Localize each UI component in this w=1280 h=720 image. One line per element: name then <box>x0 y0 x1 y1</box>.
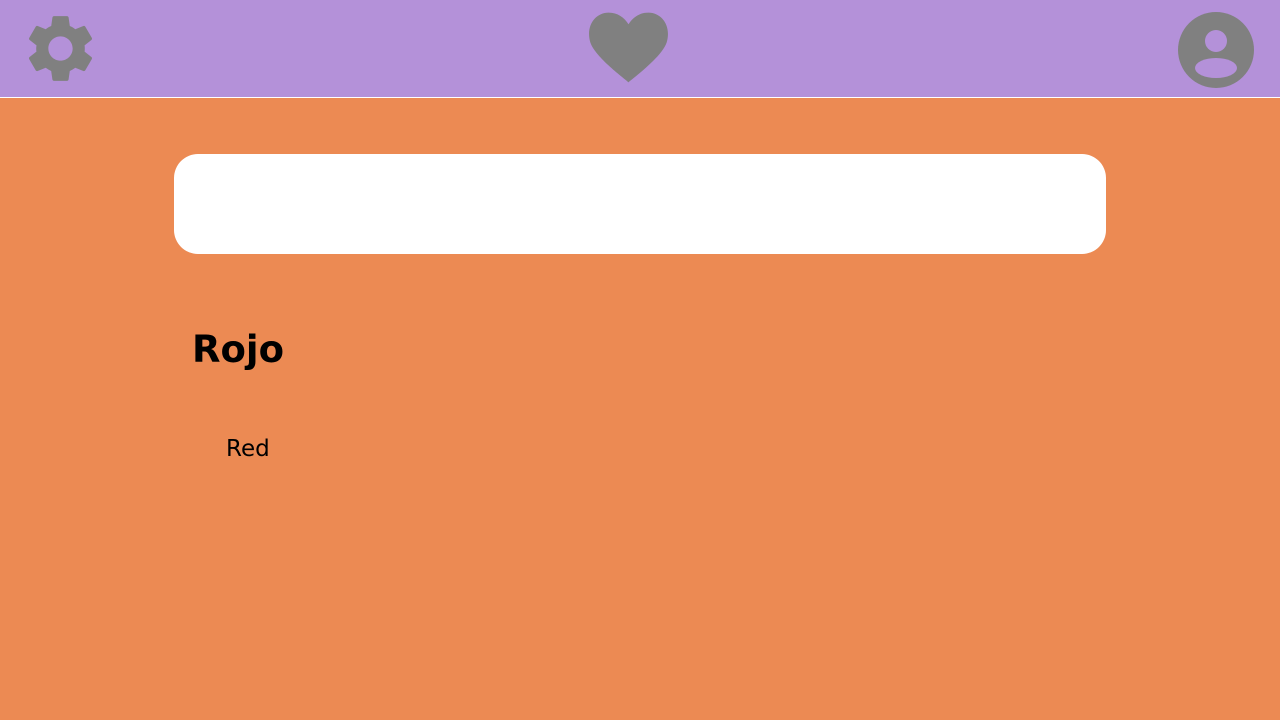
settings-button[interactable] <box>20 7 101 90</box>
top-bar <box>0 0 1280 98</box>
gear-icon <box>28 16 93 81</box>
word-translation: Red <box>226 436 270 462</box>
search-input[interactable] <box>174 154 1106 254</box>
favorites-button[interactable] <box>587 11 670 84</box>
account-circle-icon <box>1178 12 1254 88</box>
word-term: Rojo <box>192 328 285 371</box>
profile-button[interactable] <box>1177 11 1255 89</box>
heart-icon <box>589 12 668 83</box>
